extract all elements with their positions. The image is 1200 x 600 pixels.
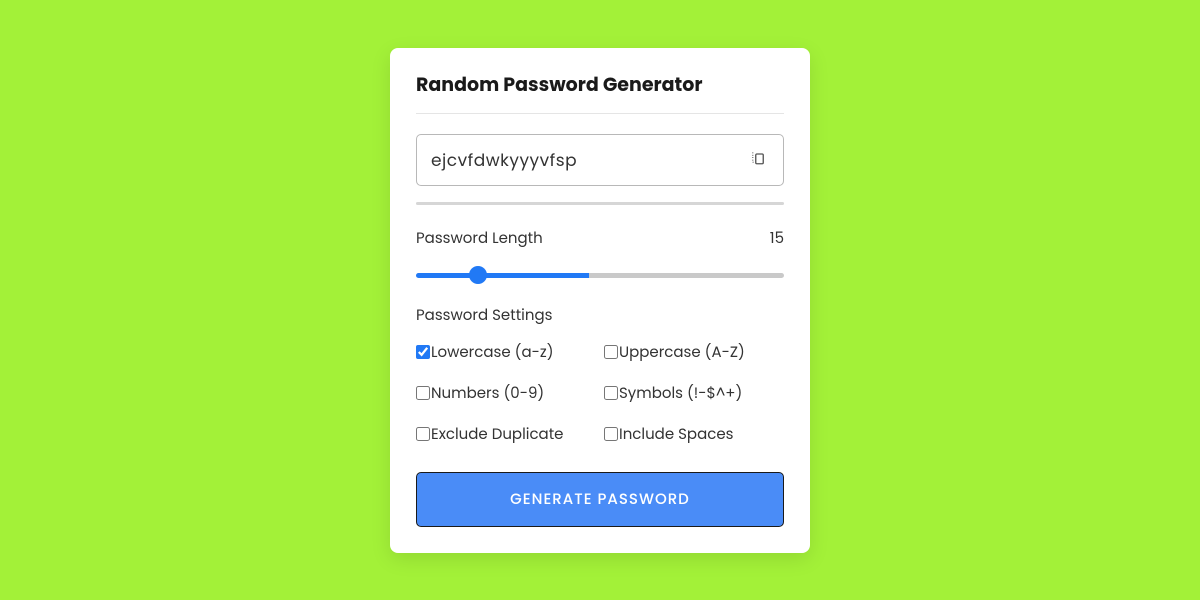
option-symbols[interactable]: Symbols (!-$^+) xyxy=(604,382,784,405)
option-uppercase[interactable]: Uppercase (A-Z) xyxy=(604,341,784,364)
length-value: 15 xyxy=(770,227,784,250)
checkbox-spaces[interactable] xyxy=(604,427,618,441)
option-spaces-label: Include Spaces xyxy=(619,423,733,446)
option-numbers[interactable]: Numbers (0-9) xyxy=(416,382,596,405)
settings-label: Password Settings xyxy=(416,304,784,327)
option-exclude-label: Exclude Duplicate xyxy=(431,423,563,446)
option-spaces[interactable]: Include Spaces xyxy=(604,423,784,446)
option-exclude[interactable]: Exclude Duplicate xyxy=(416,423,596,446)
strength-indicator xyxy=(416,202,784,205)
option-lowercase-label: Lowercase (a-z) xyxy=(431,341,554,364)
checkbox-exclude[interactable] xyxy=(416,427,430,441)
generate-button[interactable]: Generate Password xyxy=(416,472,784,527)
option-uppercase-label: Uppercase (A-Z) xyxy=(619,341,745,364)
password-output-text: ejcvfdwkyyyvfsp xyxy=(431,148,577,172)
copy-button[interactable] xyxy=(745,144,771,176)
options-grid: Lowercase (a-z) Uppercase (A-Z) Numbers … xyxy=(416,341,784,446)
option-symbols-label: Symbols (!-$^+) xyxy=(619,382,742,405)
checkbox-uppercase[interactable] xyxy=(604,345,618,359)
checkbox-numbers[interactable] xyxy=(416,386,430,400)
password-output-box: ejcvfdwkyyyvfsp xyxy=(416,134,784,186)
password-generator-card: Random Password Generator ejcvfdwkyyyvfs… xyxy=(390,48,810,553)
copy-icon xyxy=(749,148,767,172)
checkbox-symbols[interactable] xyxy=(604,386,618,400)
length-row: Password Length 15 xyxy=(416,227,784,250)
checkbox-lowercase[interactable] xyxy=(416,345,430,359)
page-title: Random Password Generator xyxy=(416,70,784,114)
option-lowercase[interactable]: Lowercase (a-z) xyxy=(416,341,596,364)
length-slider[interactable] xyxy=(416,273,784,278)
length-label: Password Length xyxy=(416,227,543,250)
option-numbers-label: Numbers (0-9) xyxy=(431,382,544,405)
